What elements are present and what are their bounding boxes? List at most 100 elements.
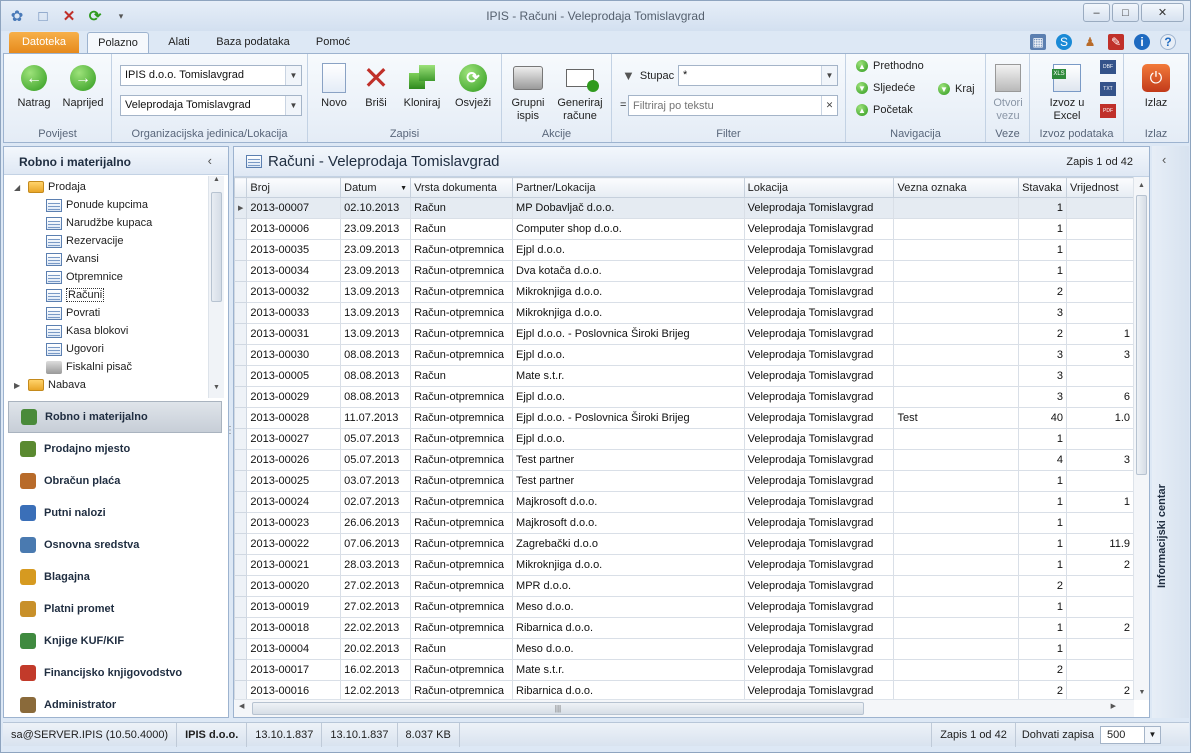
table-cell[interactable]: 08.08.2013 <box>340 365 412 387</box>
table-cell[interactable]: 2013-00007 <box>246 197 342 219</box>
table-cell[interactable]: Račun-otpremnica <box>410 239 514 261</box>
row-indicator[interactable] <box>234 596 248 618</box>
table-cell[interactable]: 03.07.2013 <box>340 470 412 492</box>
table-cell[interactable]: 22.02.2013 <box>340 617 412 639</box>
table-cell[interactable] <box>893 239 1020 261</box>
table-row[interactable]: 2013-00030 08.08.2013 Račun-otpremnica Ejpl… <box>234 344 1134 366</box>
generate-invoices-button[interactable]: Generiraj račune <box>552 62 608 123</box>
row-indicator[interactable] <box>234 533 248 555</box>
row-indicator[interactable] <box>234 428 248 450</box>
grid-hscroll-thumb[interactable]: ||| <box>252 702 864 715</box>
tree-node-rezervacije[interactable]: Rezervacije <box>46 232 123 250</box>
table-cell[interactable]: Ejpl d.o.o. - Poslovnica Široki Brijeg <box>512 323 745 345</box>
table-cell[interactable]: Veleprodaja Tomislavgrad <box>743 323 895 345</box>
table-cell[interactable]: 1 <box>1018 260 1068 282</box>
table-cell[interactable]: 11.9 <box>1066 533 1134 555</box>
table-cell[interactable]: Meso d.o.o. <box>512 596 745 618</box>
column-header[interactable]: Vrsta dokumenta <box>410 177 514 198</box>
table-cell[interactable] <box>1066 239 1134 261</box>
table-cell[interactable]: Ejpl d.o.o. <box>512 344 745 366</box>
table-cell[interactable]: Veleprodaja Tomislavgrad <box>743 680 895 700</box>
info-center-panel[interactable]: ‹ Informacijski centar <box>1152 146 1189 718</box>
table-cell[interactable] <box>893 554 1020 576</box>
skype-icon[interactable]: S <box>1056 34 1072 50</box>
table-cell[interactable]: 2013-00031 <box>246 323 342 345</box>
table-cell[interactable]: Ejpl d.o.o. <box>512 428 745 450</box>
table-row[interactable]: 2013-00017 16.02.2013 Račun-otpremnica Mate… <box>234 659 1134 681</box>
table-cell[interactable]: 2013-00020 <box>246 575 342 597</box>
calculator-icon[interactable]: ▦ <box>1030 34 1046 50</box>
table-cell[interactable]: 2013-00029 <box>246 386 342 408</box>
table-cell[interactable] <box>1066 470 1134 492</box>
location-select[interactable]: Veleprodaja Tomislavgrad ▼ <box>120 95 302 116</box>
tree-node-otpremnice[interactable]: Otpremnice <box>46 268 123 286</box>
maximize-button[interactable]: □ <box>1112 3 1139 22</box>
table-cell[interactable] <box>893 344 1020 366</box>
module-item[interactable]: Osnovna sredstva <box>4 529 228 561</box>
table-cell[interactable]: 1 <box>1018 218 1068 240</box>
table-cell[interactable]: Račun-otpremnica <box>410 554 514 576</box>
table-cell[interactable]: 2013-00025 <box>246 470 342 492</box>
table-cell[interactable] <box>893 428 1020 450</box>
table-cell[interactable]: Račun-otpremnica <box>410 617 514 639</box>
table-cell[interactable]: Veleprodaja Tomislavgrad <box>743 638 895 660</box>
export-excel-button[interactable]: XLS Izvoz u Excel <box>1044 62 1090 123</box>
tab-alati[interactable]: Alati <box>161 32 197 53</box>
table-cell[interactable]: 2 <box>1018 575 1068 597</box>
table-cell[interactable]: 2 <box>1018 659 1068 681</box>
table-cell[interactable] <box>1066 218 1134 240</box>
table-cell[interactable] <box>1066 197 1134 219</box>
row-indicator[interactable] <box>234 323 248 345</box>
table-cell[interactable]: 2 <box>1066 680 1134 700</box>
row-indicator[interactable] <box>234 554 248 576</box>
column-header[interactable]: Broj <box>246 177 342 198</box>
table-cell[interactable]: 1.0 <box>1066 407 1134 429</box>
new-button[interactable]: Novo <box>316 62 352 110</box>
table-cell[interactable]: 2013-00016 <box>246 680 342 700</box>
row-indicator[interactable] <box>234 407 248 429</box>
grid-horizontal-scrollbar[interactable]: ◀ ||| ▶ <box>234 699 1134 717</box>
table-cell[interactable]: 28.03.2013 <box>340 554 412 576</box>
table-cell[interactable]: Mikroknjiga d.o.o. <box>512 281 745 303</box>
table-cell[interactable] <box>893 659 1020 681</box>
table-cell[interactable] <box>1066 638 1134 660</box>
table-cell[interactable]: Veleprodaja Tomislavgrad <box>743 428 895 450</box>
table-cell[interactable]: Veleprodaja Tomislavgrad <box>743 344 895 366</box>
table-cell[interactable]: Veleprodaja Tomislavgrad <box>743 659 895 681</box>
table-cell[interactable]: Račun-otpremnica <box>410 680 514 700</box>
table-cell[interactable]: Ejpl d.o.o. <box>512 386 745 408</box>
table-row[interactable]: ▶ 2013-00007 02.10.2013 Račun MP Dobavljač d… <box>234 197 1134 219</box>
table-cell[interactable]: Račun <box>410 218 514 240</box>
chevron-down-icon[interactable]: ▼ <box>285 96 301 115</box>
table-cell[interactable]: 27.02.2013 <box>340 575 412 597</box>
scroll-up-icon[interactable]: ▲ <box>1134 177 1149 193</box>
table-cell[interactable]: Račun-otpremnica <box>410 491 514 513</box>
clone-button[interactable]: Kloniraj <box>398 62 446 110</box>
table-cell[interactable]: 3 <box>1018 344 1068 366</box>
table-row[interactable]: 2013-00025 03.07.2013 Račun-otpremnica Test… <box>234 470 1134 492</box>
table-cell[interactable]: Mate s.t.r. <box>512 659 745 681</box>
table-cell[interactable]: 2013-00018 <box>246 617 342 639</box>
row-indicator[interactable] <box>234 386 248 408</box>
table-cell[interactable]: 3 <box>1018 386 1068 408</box>
tree-node-ugovori[interactable]: Ugovori <box>46 340 104 358</box>
table-cell[interactable] <box>893 491 1020 513</box>
table-cell[interactable]: Veleprodaja Tomislavgrad <box>743 218 895 240</box>
group-print-button[interactable]: Grupni ispis <box>508 62 548 123</box>
table-cell[interactable]: 2 <box>1018 323 1068 345</box>
table-cell[interactable]: Ejpl d.o.o. <box>512 239 745 261</box>
row-indicator[interactable] <box>234 512 248 534</box>
table-cell[interactable]: Ejpl d.o.o. - Poslovnica Široki Brijeg <box>512 407 745 429</box>
table-cell[interactable] <box>1066 428 1134 450</box>
table-cell[interactable]: Veleprodaja Tomislavgrad <box>743 470 895 492</box>
row-indicator[interactable] <box>234 491 248 513</box>
collapse-node-icon[interactable]: ◢ <box>14 183 24 192</box>
table-cell[interactable] <box>893 680 1020 700</box>
table-cell[interactable]: 2013-00004 <box>246 638 342 660</box>
table-cell[interactable]: MPR d.o.o. <box>512 575 745 597</box>
row-indicator[interactable] <box>234 638 248 660</box>
row-indicator[interactable] <box>234 659 248 681</box>
panel-splitter[interactable]: ⋮ <box>225 425 235 439</box>
chevron-down-icon[interactable]: ▼ <box>821 66 837 85</box>
table-cell[interactable]: 3 <box>1066 344 1134 366</box>
